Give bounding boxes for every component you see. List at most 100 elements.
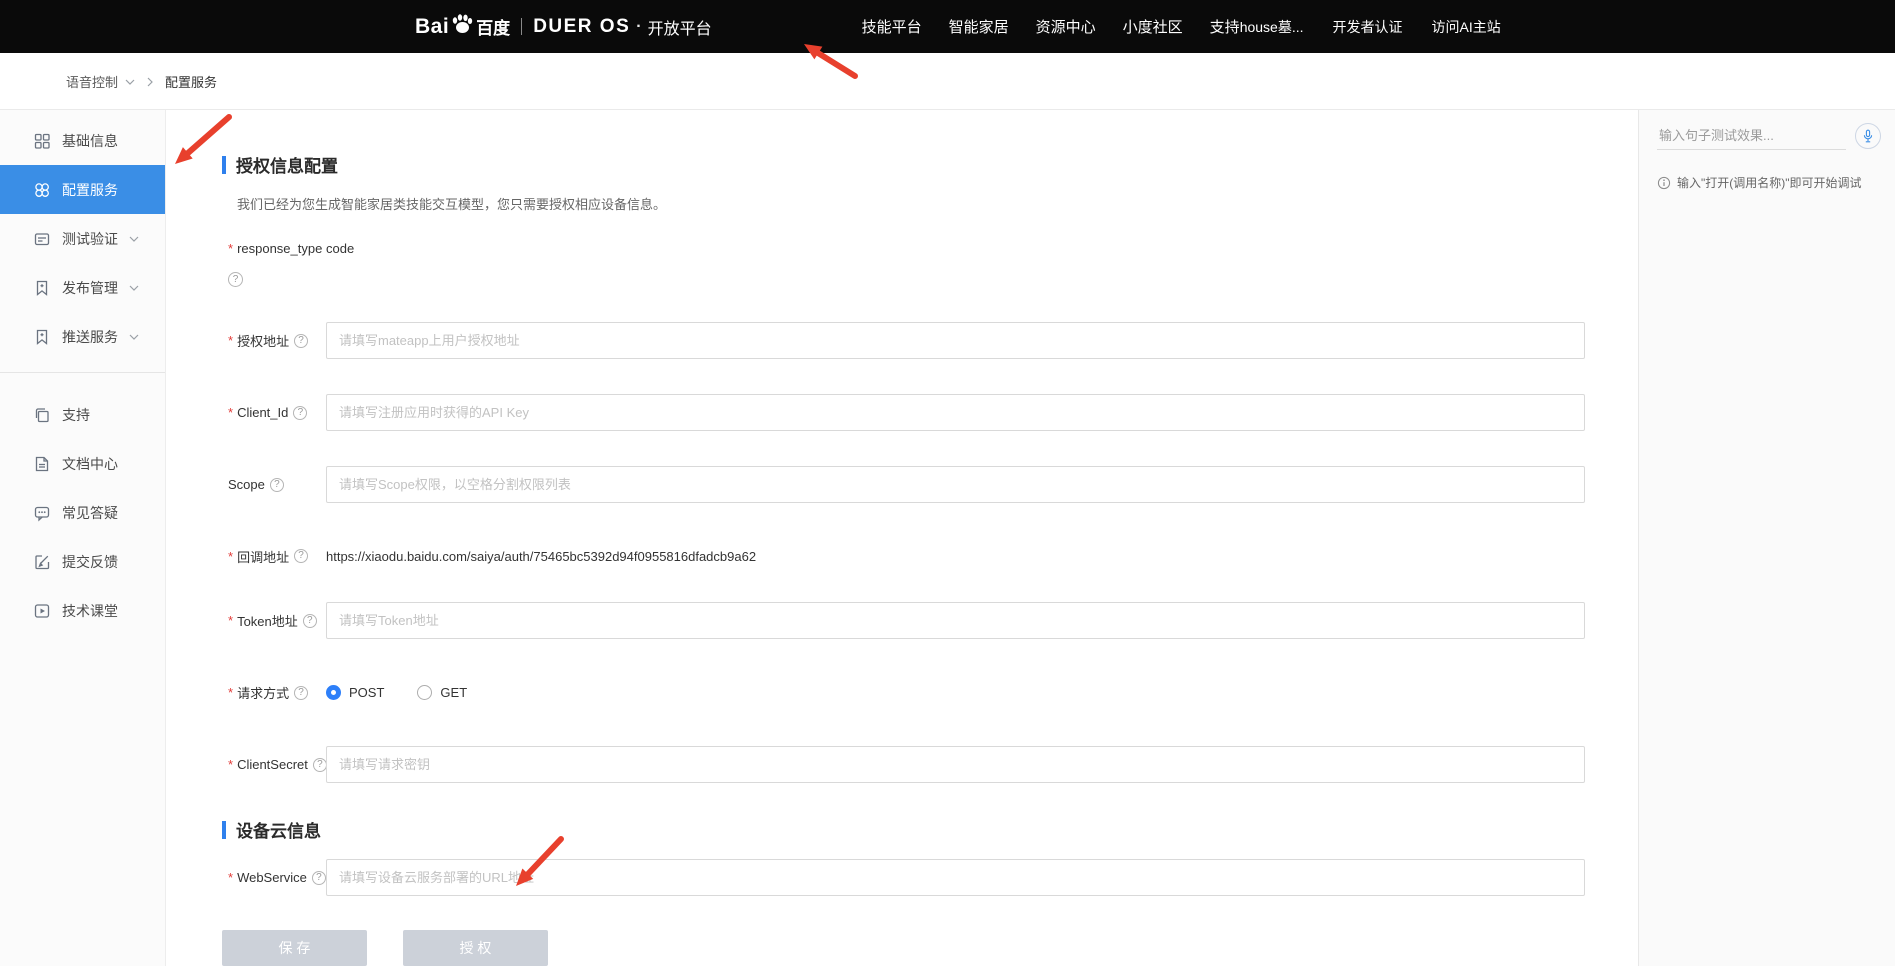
form-row-token-url: * Token地址 — [222, 602, 1638, 639]
logo-divider — [521, 18, 522, 35]
nav-item-visit-ai-site[interactable]: 访问AI主站 — [1432, 17, 1501, 37]
form-row-callback-url: * 回调地址 https://xiaodu.baidu.com/saiya/au… — [222, 546, 1638, 566]
chevron-down-icon[interactable] — [125, 79, 135, 85]
token-url-input[interactable] — [326, 602, 1585, 639]
sidebar-item-faq[interactable]: 常见答疑 — [0, 488, 165, 537]
section-description: 我们已经为您生成智能家居类技能交互模型，您只需要授权相应设备信息。 — [237, 194, 1638, 213]
help-icon[interactable] — [294, 686, 308, 700]
help-icon[interactable] — [228, 272, 243, 287]
form-row-client-secret: * ClientSecret — [222, 746, 1638, 783]
form-row-client-id: * Client_Id — [222, 394, 1638, 431]
baidu-dueros-logo[interactable]: Bai 百度 DUER OS · 开放平台 — [415, 13, 712, 41]
logo-dot: · — [636, 18, 641, 36]
required-mark: * — [228, 549, 233, 564]
radio-selected-icon — [326, 685, 341, 700]
authorize-button[interactable]: 授 权 — [403, 930, 548, 966]
sidebar-item-publish-manage[interactable]: 发布管理 — [0, 263, 165, 312]
webservice-input[interactable] — [326, 859, 1585, 896]
field-label: * Token地址 — [222, 611, 326, 630]
form-row-auth-url: * 授权地址 — [222, 322, 1638, 359]
test-sentence-input[interactable] — [1657, 122, 1846, 150]
breadcrumb-parent[interactable]: 语音控制 — [66, 72, 118, 91]
nav-user-account[interactable]: house墓... — [1240, 17, 1304, 37]
response-type-value: code — [326, 241, 354, 256]
sidebar-item-tech-class[interactable]: 技术课堂 — [0, 586, 165, 635]
chevron-down-icon[interactable] — [129, 334, 139, 340]
breadcrumb-current: 配置服务 — [165, 72, 217, 91]
nav-item-xiaodu-community[interactable]: 小度社区 — [1123, 16, 1183, 37]
sidebar-item-label: 推送服务 — [62, 327, 118, 347]
sidebar-item-feedback[interactable]: 提交反馈 — [0, 537, 165, 586]
callback-url-value: https://xiaodu.baidu.com/saiya/auth/7546… — [326, 549, 756, 564]
sidebar-item-label: 配置服务 — [62, 180, 118, 200]
microphone-icon — [1861, 129, 1875, 144]
sidebar-item-test-verify[interactable]: 测试验证 — [0, 214, 165, 263]
logo-text-dueros: DUER OS — [533, 16, 630, 38]
field-label-text: ClientSecret — [237, 757, 308, 772]
breadcrumb: 语音控制 配置服务 — [0, 53, 1895, 110]
field-label-text: Token地址 — [237, 611, 298, 630]
radio-unselected-icon — [417, 685, 432, 700]
sidebar-divider — [0, 372, 165, 373]
document-icon — [33, 455, 51, 473]
edit-icon — [33, 553, 51, 571]
sidebar-item-config-service[interactable]: 配置服务 — [0, 165, 165, 214]
main-content: 授权信息配置 我们已经为您生成智能家居类技能交互模型，您只需要授权相应设备信息。… — [166, 110, 1638, 966]
field-label: * ClientSecret — [222, 757, 326, 772]
help-icon[interactable] — [294, 549, 308, 563]
field-label-text: Scope — [228, 477, 265, 492]
video-play-icon — [33, 602, 51, 620]
form-row-response-type: * response_type code — [222, 239, 1638, 257]
card-icon — [33, 230, 51, 248]
sidebar-item-push-service[interactable]: 推送服务 — [0, 312, 165, 361]
section-title-text: 授权信息配置 — [236, 152, 338, 177]
required-mark: * — [228, 613, 233, 628]
nav-item-skill-platform[interactable]: 技能平台 — [862, 16, 922, 37]
sidebar-item-label: 文档中心 — [62, 454, 118, 474]
mic-button[interactable] — [1855, 123, 1881, 149]
test-panel: 输入"打开(调用名称)"即可开始调试 — [1638, 110, 1895, 966]
sidebar-item-label: 测试验证 — [62, 229, 118, 249]
radio-get[interactable]: GET — [417, 685, 467, 700]
sidebar-item-support[interactable]: 支持 — [0, 390, 165, 439]
client-id-input[interactable] — [326, 394, 1585, 431]
nav-item-resource-center[interactable]: 资源中心 — [1036, 16, 1096, 37]
sidebar: 基础信息 配置服务 测试验证 发布管理 — [0, 110, 166, 966]
help-icon[interactable] — [303, 614, 317, 628]
field-label: * 请求方式 — [222, 683, 326, 702]
save-button[interactable]: 保 存 — [222, 930, 367, 966]
form-row-response-type-help — [222, 271, 1638, 287]
bookmark-plus-icon — [33, 279, 51, 297]
sidebar-item-label: 基础信息 — [62, 131, 118, 151]
auth-url-input[interactable] — [326, 322, 1585, 359]
section-title-device-cloud: 设备云信息 — [222, 817, 1638, 842]
client-secret-input[interactable] — [326, 746, 1585, 783]
field-label-text: 授权地址 — [237, 331, 289, 350]
help-icon[interactable] — [312, 871, 326, 885]
test-hint: 输入"打开(调用名称)"即可开始调试 — [1657, 174, 1881, 191]
help-icon[interactable] — [294, 334, 308, 348]
help-icon[interactable] — [270, 478, 284, 492]
field-label: * Client_Id — [222, 405, 326, 420]
nav-item-support[interactable]: 支持 — [1210, 16, 1240, 37]
field-label-text: Client_Id — [237, 405, 288, 420]
field-label-text: 请求方式 — [237, 683, 289, 702]
required-mark: * — [228, 405, 233, 420]
scope-input[interactable] — [326, 466, 1585, 503]
sidebar-item-basic-info[interactable]: 基础信息 — [0, 116, 165, 165]
help-icon[interactable] — [293, 406, 307, 420]
logo-text-platform: 开放平台 — [648, 15, 712, 39]
chevron-down-icon[interactable] — [129, 285, 139, 291]
sidebar-item-doc-center[interactable]: 文档中心 — [0, 439, 165, 488]
radio-label: POST — [349, 685, 384, 700]
section-title-text: 设备云信息 — [236, 817, 321, 842]
radio-post[interactable]: POST — [326, 685, 384, 700]
baidu-paw-icon — [450, 13, 474, 35]
sidebar-item-label: 提交反馈 — [62, 552, 118, 572]
nav-item-developer-cert[interactable]: 开发者认证 — [1333, 17, 1403, 37]
required-mark: * — [228, 333, 233, 348]
help-icon[interactable] — [313, 758, 327, 772]
field-label: Scope — [222, 477, 326, 492]
chevron-down-icon[interactable] — [129, 236, 139, 242]
nav-item-smart-home[interactable]: 智能家居 — [949, 16, 1009, 37]
